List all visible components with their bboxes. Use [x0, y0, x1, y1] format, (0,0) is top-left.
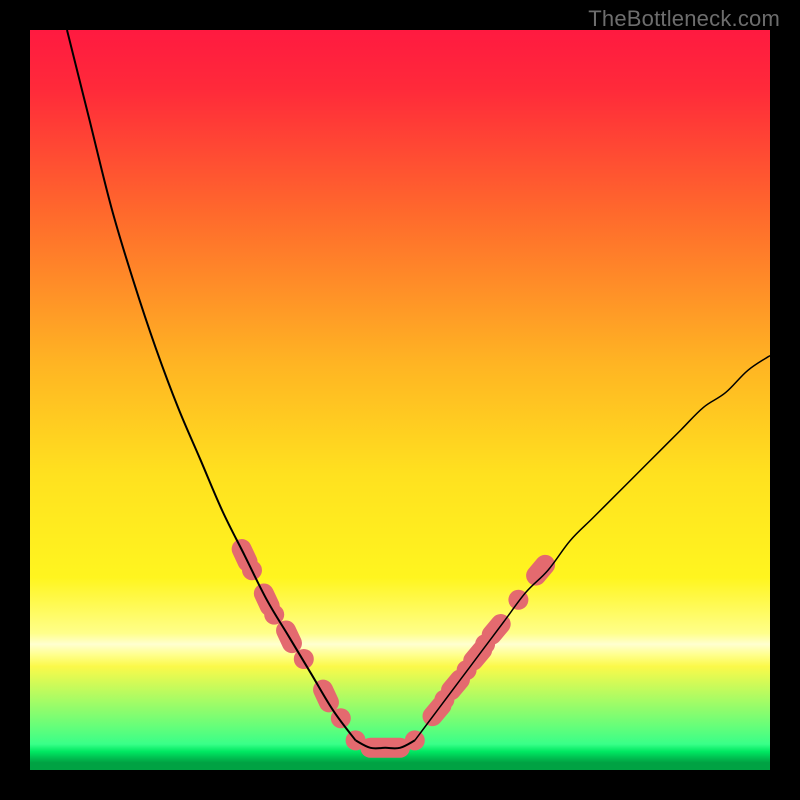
plot-area — [30, 30, 770, 770]
outer-frame: TheBottleneck.com — [0, 0, 800, 800]
dot-marker — [294, 649, 314, 669]
curve-layer — [30, 30, 770, 770]
watermark-label: TheBottleneck.com — [588, 6, 780, 32]
dot-marker — [492, 624, 501, 635]
dot-markers — [242, 549, 545, 750]
series-left-curve — [67, 30, 356, 740]
curve-lines — [67, 30, 770, 748]
